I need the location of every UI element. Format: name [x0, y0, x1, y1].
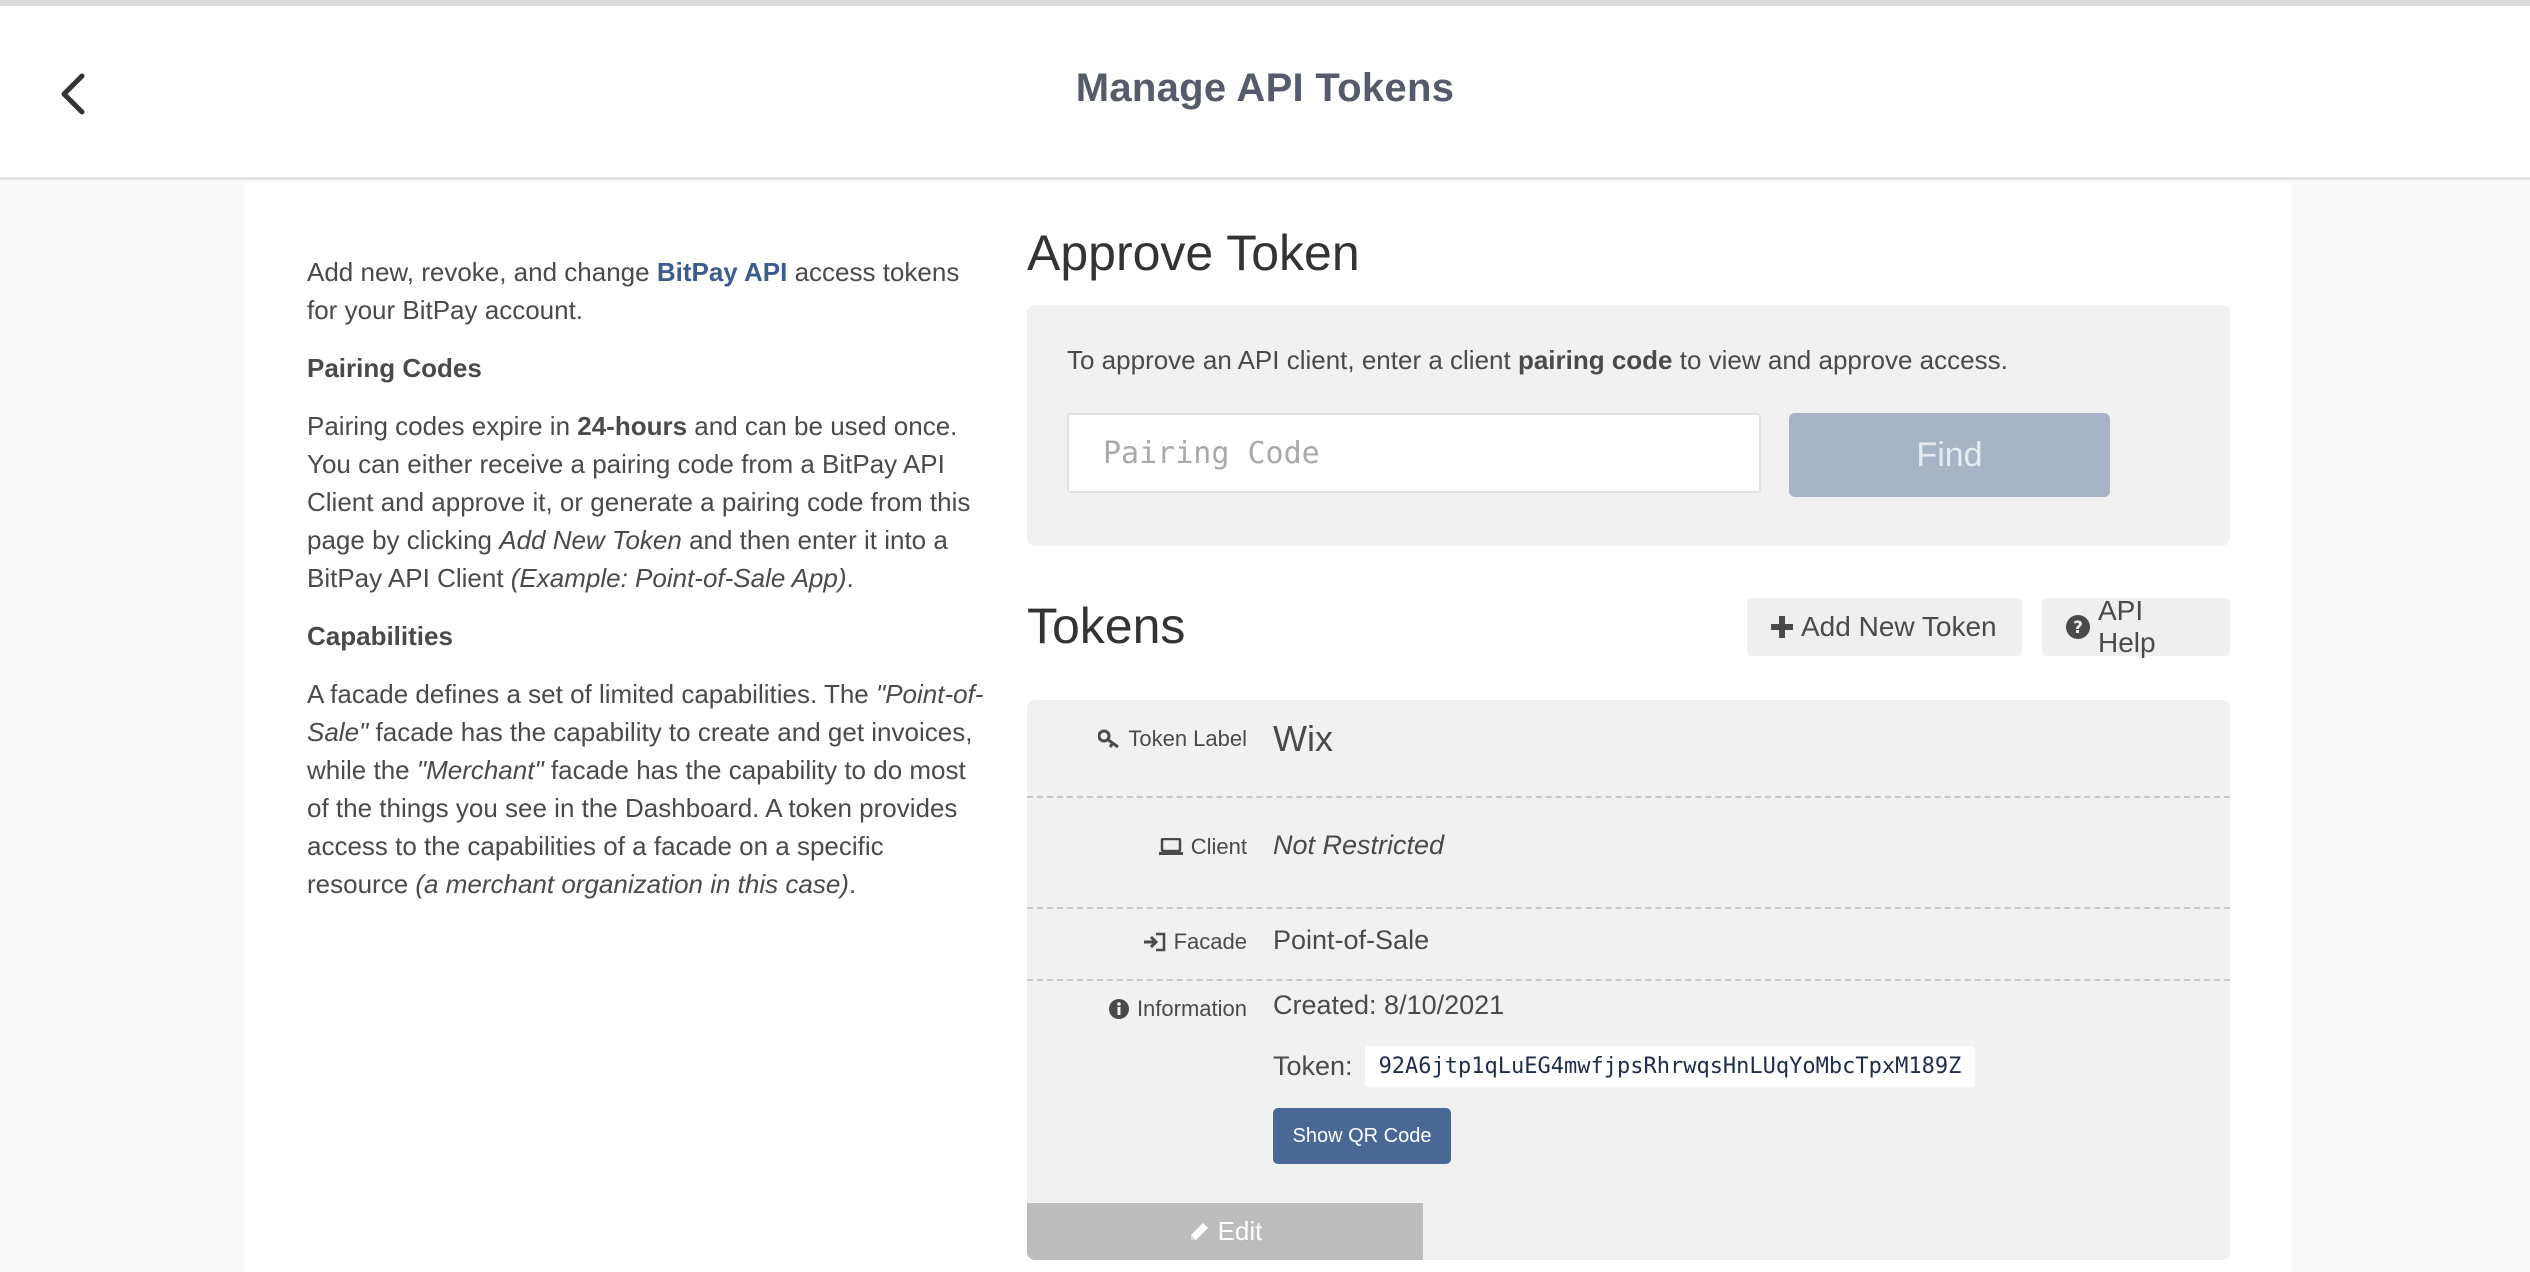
capabilities-text: A facade defines a set of limited capabi…: [307, 675, 987, 903]
pairing-text-italic-1: Add New Token: [499, 525, 682, 555]
pencil-icon: [1188, 1221, 1210, 1243]
facade-label-text: Facade: [1173, 929, 1247, 954]
capabilities-heading: Capabilities: [307, 621, 453, 651]
client-row: Client Not Restricted: [1027, 798, 2230, 909]
client-label: Client: [1158, 834, 1247, 860]
approve-instructions: To approve an API client, enter a client…: [1067, 345, 2008, 376]
sign-in-icon: [1143, 932, 1166, 952]
facade-value: Point-of-Sale: [1273, 925, 1430, 955]
token-label-row: Token Label Wix: [1027, 700, 2230, 798]
tokens-header: Tokens Add New Token ? API Help: [1027, 586, 2230, 674]
token-value-row: Token: 92A6jtp1qLuEG4mwfjpsRhrwqsHnLUqYo…: [1273, 1046, 1976, 1087]
question-circle-icon: ?: [2066, 615, 2090, 639]
client-value: Not Restricted: [1273, 830, 1445, 860]
api-help-button[interactable]: ? API Help: [2042, 595, 2230, 658]
cap-text-italic-2: "Merchant": [416, 755, 544, 785]
token-label-value: Wix: [1273, 718, 1333, 759]
bitpay-api-link[interactable]: BitPay API: [657, 257, 788, 287]
approve-token-title: Approve Token: [1027, 225, 1360, 281]
token-value: 92A6jtp1qLuEG4mwfjpsRhrwqsHnLUqYoMbcTpxM…: [1364, 1046, 1976, 1087]
plus-icon: [1771, 616, 1793, 638]
cap-text-1: A facade defines a set of limited capabi…: [307, 679, 876, 709]
add-new-token-button[interactable]: Add New Token: [1747, 598, 2022, 656]
token-card: Token Label Wix Client Not Restricted Fa…: [1027, 700, 2230, 1260]
info-sidebar: Add new, revoke, and change BitPay API a…: [307, 253, 987, 923]
pairing-text-4: .: [846, 563, 854, 593]
find-button[interactable]: Find: [1789, 413, 2110, 497]
pairing-codes-text: Pairing codes expire in 24-hours and can…: [307, 407, 987, 597]
add-new-token-label: Add New Token: [1801, 611, 1997, 642]
page-title: Manage API Tokens: [1075, 66, 1455, 110]
approve-text-end: to view and approve access.: [1672, 345, 2008, 375]
intro-text-start: Add new, revoke, and change: [307, 257, 657, 287]
main-content: Add new, revoke, and change BitPay API a…: [244, 183, 2292, 1272]
pairing-text-italic-2: (Example: Point-of-Sale App): [510, 563, 847, 593]
client-label-text: Client: [1190, 834, 1247, 859]
show-qr-code-button[interactable]: Show QR Code: [1273, 1108, 1451, 1164]
cap-text-italic-3: (a merchant organization in this case): [415, 869, 849, 899]
info-circle-icon: [1108, 999, 1129, 1019]
pairing-codes-heading: Pairing Codes: [307, 353, 482, 383]
created-date: Created: 8/10/2021: [1273, 990, 1505, 1020]
approve-text-start: To approve an API client, enter a client: [1067, 345, 1518, 375]
information-label-text: Information: [1136, 996, 1247, 1021]
edit-button[interactable]: Edit: [1027, 1203, 1423, 1260]
tokens-panel: Approve Token To approve an API client, …: [1027, 223, 2230, 1260]
laptop-icon: [1158, 838, 1183, 856]
key-icon: [1098, 729, 1120, 749]
pairing-code-input[interactable]: [1067, 413, 1761, 493]
facade-row: Facade Point-of-Sale: [1027, 909, 2230, 981]
approve-text-bold: pairing code: [1517, 345, 1673, 375]
cap-text-4: .: [848, 869, 857, 899]
approve-token-box: To approve an API client, enter a client…: [1027, 305, 2230, 546]
facade-label: Facade: [1143, 929, 1247, 955]
pairing-text-bold: 24-hours: [577, 411, 688, 441]
svg-text:?: ?: [2073, 618, 2083, 638]
token-value-label: Token:: [1273, 1051, 1353, 1081]
token-label-label: Token Label: [1098, 726, 1247, 752]
edit-label: Edit: [1217, 1216, 1263, 1246]
tokens-title: Tokens: [1027, 598, 1186, 654]
intro-text: Add new, revoke, and change BitPay API a…: [307, 253, 987, 329]
page-header: Manage API Tokens: [0, 6, 2530, 180]
pairing-text-1: Pairing codes expire in: [307, 411, 578, 441]
token-label-text: Token Label: [1128, 726, 1247, 751]
api-help-label: API Help: [2098, 595, 2156, 658]
information-label: Information: [1108, 996, 1247, 1022]
